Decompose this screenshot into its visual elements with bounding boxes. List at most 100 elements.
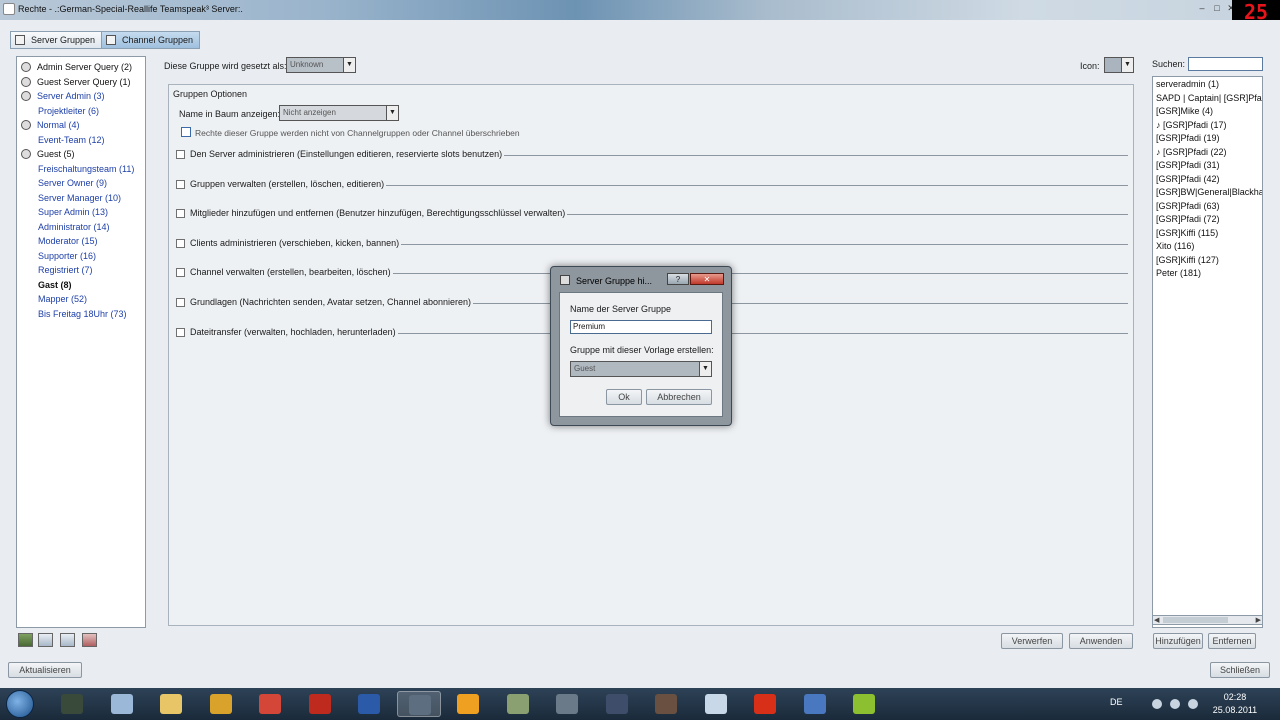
permission-checkbox[interactable] — [176, 179, 185, 189]
group-list-item[interactable]: Gast (8) — [21, 278, 145, 293]
taskbar-app-button[interactable] — [743, 691, 787, 717]
box-icon — [704, 694, 727, 714]
group-type-select[interactable]: Unknown ▼ — [286, 57, 356, 73]
taskbar-app-button[interactable] — [298, 691, 342, 717]
client-list-item[interactable]: serveradmin (1) — [1156, 79, 1262, 93]
search-input[interactable] — [1188, 57, 1263, 71]
group-list-item[interactable]: Guest (5) — [21, 147, 145, 162]
close-window-button[interactable]: Schließen — [1210, 662, 1270, 678]
taskbar-app-button[interactable] — [50, 691, 94, 717]
permission-checkbox[interactable] — [176, 238, 185, 248]
scroll-thumb[interactable] — [1163, 617, 1228, 623]
icon-select[interactable]: ▼ — [1104, 57, 1134, 73]
tab-server-groups[interactable]: Server Gruppen — [10, 31, 103, 49]
taskbar-app-button[interactable] — [446, 691, 490, 717]
server-group-list[interactable]: Admin Server Query (2) Guest Server Query… — [16, 56, 146, 628]
taskbar-app-button[interactable] — [149, 691, 193, 717]
permission-checkbox[interactable] — [176, 209, 185, 219]
override-checkbox[interactable] — [181, 127, 191, 137]
permission-checkbox[interactable] — [176, 327, 185, 337]
group-name-input[interactable]: Premium — [570, 320, 712, 334]
add-client-button[interactable]: Hinzufügen — [1153, 633, 1203, 649]
client-list-item[interactable]: [GSR]Kiffi (127) — [1156, 255, 1262, 269]
scroll-right-icon[interactable]: ▶ — [1256, 616, 1261, 624]
group-list-item[interactable]: Server Manager (10) — [21, 191, 145, 206]
client-list-item[interactable]: Peter (181) — [1156, 268, 1262, 282]
client-list-item[interactable]: ♪ [GSR]Pfadi (17) — [1156, 120, 1262, 134]
group-list-item[interactable]: Freischaltungsteam (11) — [21, 162, 145, 177]
taskbar-app-button[interactable] — [842, 691, 886, 717]
client-list-item[interactable]: [GSR]Pfadi (31) — [1156, 160, 1262, 174]
remove-client-button[interactable]: Entfernen — [1208, 633, 1256, 649]
permission-checkbox[interactable] — [176, 298, 185, 307]
apply-button[interactable]: Anwenden — [1069, 633, 1133, 649]
help-button[interactable]: ? — [667, 273, 689, 285]
group-list-item[interactable]: Mapper (52) — [21, 292, 145, 307]
refresh-button[interactable]: Aktualisieren — [8, 662, 82, 678]
taskbar-app-button[interactable] — [100, 691, 144, 717]
client-list-item[interactable]: [GSR]Pfadi (63) — [1156, 201, 1262, 215]
volume-icon[interactable] — [1188, 699, 1198, 709]
group-list-item[interactable]: Server Owner (9) — [21, 176, 145, 191]
taskbar-app-button[interactable] — [199, 691, 243, 717]
clock-date[interactable]: 25.08.2011 — [1210, 705, 1260, 715]
taskbar-app-button[interactable] — [545, 691, 589, 717]
delete-group-icon[interactable] — [82, 633, 97, 647]
show-name-select[interactable]: Nicht anzeigen ▼ — [279, 105, 399, 121]
client-list-item[interactable]: [GSR]Kiffi (115) — [1156, 228, 1262, 242]
taskbar-app-button[interactable] — [644, 691, 688, 717]
discard-button[interactable]: Verwerfen — [1001, 633, 1063, 649]
permission-checkbox[interactable] — [176, 268, 185, 278]
group-list-item[interactable]: Server Admin (3) — [21, 89, 145, 104]
permission-checkbox[interactable] — [176, 150, 185, 159]
template-select[interactable]: Guest ▼ — [570, 361, 712, 377]
show-name-label: Name in Baum anzeigen: — [179, 109, 281, 119]
add-group-icon[interactable] — [18, 633, 33, 647]
taskbar-app-button[interactable] — [496, 691, 540, 717]
client-list-item[interactable]: Xito (116) — [1156, 241, 1262, 255]
client-list-item[interactable]: [GSR]Pfadi (72) — [1156, 214, 1262, 228]
cancel-button[interactable]: Abbrechen — [646, 389, 712, 405]
group-name-label: Name der Server Gruppe — [570, 304, 672, 314]
client-list-item[interactable]: [GSR]Pfadi (42) — [1156, 174, 1262, 188]
taskbar-app-button[interactable] — [396, 691, 441, 717]
horizontal-scrollbar[interactable]: ◀ ▶ — [1152, 615, 1263, 625]
rename-group-icon[interactable] — [38, 633, 53, 647]
group-list-item[interactable]: Admin Server Query (2) — [21, 60, 145, 75]
scroll-left-icon[interactable]: ◀ — [1154, 616, 1159, 624]
group-list-item[interactable]: Guest Server Query (1) — [21, 75, 145, 90]
client-list-item[interactable]: [GSR]Mike (4) — [1156, 106, 1262, 120]
client-list[interactable]: serveradmin (1) SAPD | Captain| [GSR]Pfad… — [1152, 76, 1263, 628]
taskbar-app-button[interactable] — [694, 691, 738, 717]
group-list-item[interactable]: Administrator (14) — [21, 220, 145, 235]
clock-time[interactable]: 02:28 — [1215, 692, 1255, 702]
start-button[interactable] — [6, 690, 34, 718]
group-list-item[interactable]: Super Admin (13) — [21, 205, 145, 220]
dialog-body: Name der Server Gruppe Premium Gruppe mi… — [559, 292, 723, 417]
ok-button[interactable]: Ok — [606, 389, 642, 405]
copy-group-icon[interactable] — [60, 633, 75, 647]
client-list-item[interactable]: ♪ [GSR]Pfadi (22) — [1156, 147, 1262, 161]
flag-tray-icon[interactable] — [1170, 699, 1180, 709]
group-list-item[interactable]: Normal (4) — [21, 118, 145, 133]
group-list-item[interactable]: Projektleiter (6) — [21, 104, 145, 119]
dialog-close-button[interactable]: ✕ — [690, 273, 724, 285]
minimize-button[interactable]: – — [1195, 2, 1209, 14]
maximize-button[interactable]: □ — [1210, 2, 1224, 14]
group-list-item[interactable]: Event-Team (12) — [21, 133, 145, 148]
network-tray-icon[interactable] — [1152, 699, 1162, 709]
group-list-item[interactable]: Bis Freitag 18Uhr (73) — [21, 307, 145, 322]
taskbar-app-button[interactable] — [595, 691, 639, 717]
group-list-item[interactable]: Moderator (15) — [21, 234, 145, 249]
language-indicator[interactable]: DE — [1110, 697, 1123, 707]
taskbar-app-button[interactable] — [793, 691, 837, 717]
client-list-item[interactable]: [GSR]Pfadi (19) — [1156, 133, 1262, 147]
client-list-item[interactable]: [GSR]BW|General|Blackha — [1156, 187, 1262, 201]
group-list-item[interactable]: Supporter (16) — [21, 249, 145, 264]
group-list-item[interactable]: Registriert (7) — [21, 263, 145, 278]
group-label: Administrator (14) — [38, 221, 110, 232]
client-list-item[interactable]: SAPD | Captain| [GSR]Pfadi — [1156, 93, 1262, 107]
tab-channel-groups[interactable]: Channel Gruppen — [101, 31, 201, 49]
taskbar-app-button[interactable] — [248, 691, 292, 717]
taskbar-app-button[interactable] — [347, 691, 391, 717]
